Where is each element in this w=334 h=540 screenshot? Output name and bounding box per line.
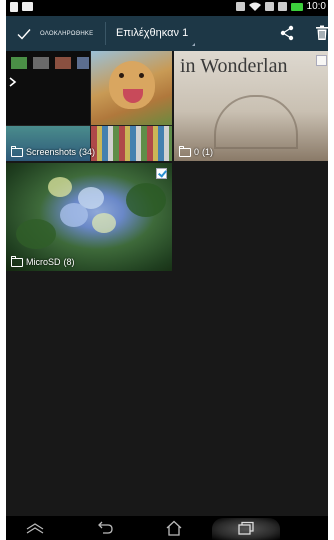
thumbnail-colorful xyxy=(91,126,172,161)
recent-apps-icon xyxy=(238,521,254,535)
album-count: (34) xyxy=(79,147,96,157)
check-icon xyxy=(17,28,31,40)
home-button[interactable] xyxy=(159,518,189,538)
signal-icon xyxy=(264,2,274,11)
thumbnail-caption: in Wonderlan xyxy=(180,55,288,77)
share-icon[interactable] xyxy=(279,25,295,41)
action-bar-divider xyxy=(105,22,106,45)
file-notification-icon xyxy=(10,2,18,12)
folder-icon xyxy=(11,145,23,157)
album-label: MicroSD (8) xyxy=(11,255,75,267)
status-bar: 10:0 xyxy=(6,0,328,16)
done-label: ΟΛΟΚΛΗΡΩΘΗΚΕ xyxy=(40,30,94,37)
select-checkbox[interactable] xyxy=(316,55,327,66)
home-icon xyxy=(166,520,182,536)
selection-count-dropdown[interactable]: Επιλέχθηκαν 1 xyxy=(116,27,188,39)
album-label: 0 (1) xyxy=(179,145,214,157)
select-checkbox-checked[interactable] xyxy=(156,168,167,179)
sync-icon xyxy=(277,2,287,11)
album-name: Screenshots xyxy=(26,147,77,157)
clock: 10:0 xyxy=(306,1,326,12)
wifi-icon xyxy=(248,2,261,11)
album-name: MicroSD xyxy=(26,257,61,267)
collapse-button[interactable] xyxy=(20,518,50,538)
mute-icon xyxy=(235,2,245,11)
album-tile-screenshots[interactable]: Screenshots (34) xyxy=(6,51,172,161)
album-count: (1) xyxy=(202,147,214,157)
thumbnail-dog xyxy=(91,51,172,125)
chevron-right-icon xyxy=(9,77,17,87)
image-notification-icon xyxy=(22,2,33,11)
trash-icon[interactable] xyxy=(315,25,328,41)
back-icon xyxy=(98,521,113,534)
album-tile-0[interactable]: in Wonderlan 0 (1) xyxy=(174,51,328,161)
dropdown-indicator-icon xyxy=(192,43,195,46)
album-count: (8) xyxy=(63,257,75,267)
battery-icon xyxy=(290,2,303,11)
back-button[interactable] xyxy=(90,518,120,538)
thumbnail-dark xyxy=(6,51,90,125)
navigation-bar xyxy=(6,516,328,540)
recent-apps-button[interactable] xyxy=(231,518,261,538)
folder-icon xyxy=(179,145,191,157)
done-button[interactable]: ΟΛΟΚΛΗΡΩΘΗΚΕ xyxy=(6,16,102,51)
folder-icon xyxy=(11,255,23,267)
selection-action-bar: ΟΛΟΚΛΗΡΩΘΗΚΕ Επιλέχθηκαν 1 xyxy=(6,16,328,51)
screen: 10:0 ΟΛΟΚΛΗΡΩΘΗΚΕ Επιλέχθηκαν 1 Screensh… xyxy=(6,0,328,540)
album-name: 0 xyxy=(194,147,200,157)
album-label: Screenshots (34) xyxy=(11,145,96,157)
album-grid: Screenshots (34) in Wonderlan 0 (1) Micr… xyxy=(6,51,328,516)
album-tile-microsd[interactable]: MicroSD (8) xyxy=(6,163,172,271)
chevron-up-double-icon xyxy=(26,523,44,534)
